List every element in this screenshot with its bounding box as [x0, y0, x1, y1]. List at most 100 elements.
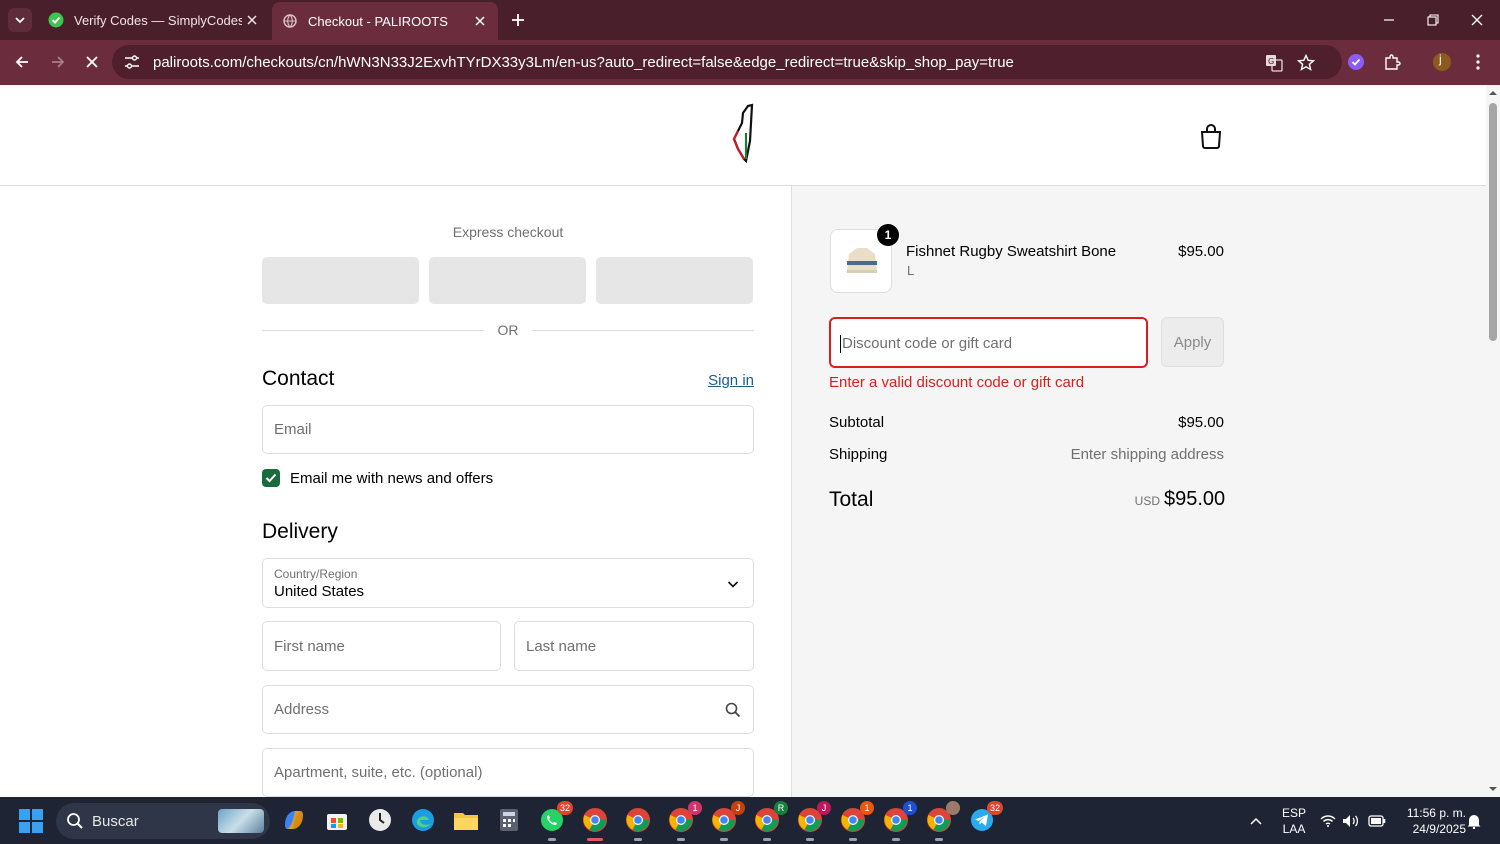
quantity-badge: 1 — [877, 224, 899, 246]
or-divider: OR — [262, 321, 754, 339]
close-window-button[interactable] — [1454, 0, 1500, 40]
chrome-profile-app-6[interactable]: 1 — [838, 801, 874, 841]
express-pay-button-1[interactable] — [262, 257, 419, 304]
country-label: Country/Region — [274, 567, 358, 581]
extensions-button[interactable] — [1378, 48, 1406, 76]
express-pay-button-2[interactable] — [429, 257, 586, 304]
whatsapp-app[interactable]: 32 — [537, 801, 573, 841]
express-pay-button-3[interactable] — [596, 257, 753, 304]
copilot-icon — [285, 811, 303, 829]
shopping-bag-icon[interactable] — [1199, 123, 1223, 149]
profile-initial: j — [1439, 52, 1442, 66]
chrome-profile-app-3[interactable]: J — [709, 801, 745, 841]
running-indicator — [849, 838, 857, 841]
copilot-app[interactable] — [279, 805, 309, 835]
volume-icon[interactable] — [1341, 797, 1361, 844]
minimize-button[interactable] — [1366, 0, 1412, 40]
language-indicator[interactable]: ESP LAA — [1277, 805, 1311, 837]
close-icon — [1471, 14, 1483, 26]
subtotal-label: Subtotal — [829, 414, 885, 431]
scroll-up-icon[interactable] — [1488, 88, 1498, 98]
minimize-icon — [1384, 19, 1394, 21]
contact-heading: Contact — [262, 367, 335, 390]
last-name-field[interactable]: Last name — [514, 621, 754, 671]
profile-badge: J — [731, 801, 745, 815]
restore-button[interactable] — [1410, 0, 1456, 40]
apartment-placeholder: Apartment, suite, etc. (optional) — [274, 764, 483, 781]
sign-in-link[interactable]: Sign in — [700, 372, 754, 389]
divider-line — [532, 330, 754, 331]
tab-checkout[interactable]: Checkout - PALIROOTS — [272, 2, 498, 40]
arrow-right-icon — [52, 56, 65, 68]
chrome-profile-app-7[interactable]: 1 — [881, 801, 917, 841]
notifications-icon[interactable] — [1464, 797, 1484, 844]
windows-start-icon[interactable] — [19, 809, 43, 833]
total-label: Total — [829, 488, 874, 511]
first-name-field[interactable]: First name — [262, 621, 501, 671]
telegram-app[interactable]: 32 — [967, 801, 1003, 835]
translate-icon[interactable]: G — [1263, 52, 1285, 74]
stop-loading-button[interactable] — [78, 48, 106, 76]
scrollbar-thumb[interactable] — [1489, 103, 1497, 341]
calculator-app[interactable] — [494, 805, 524, 835]
show-hidden-icons-button[interactable] — [1244, 797, 1268, 844]
edge-app[interactable] — [408, 805, 438, 835]
clock-app[interactable] — [365, 805, 395, 835]
extension-simplycodes-button[interactable] — [1342, 48, 1370, 76]
address-field[interactable]: Address — [262, 685, 754, 734]
battery-icon[interactable] — [1366, 797, 1388, 844]
newsletter-checkbox[interactable] — [262, 469, 280, 487]
close-icon — [86, 56, 98, 68]
page-scrollbar[interactable] — [1486, 85, 1500, 797]
total-value: $95.00 — [1164, 488, 1226, 510]
apply-discount-button[interactable]: Apply — [1161, 317, 1224, 367]
taskbar-search[interactable]: Buscar — [56, 803, 270, 839]
tab-title: Verify Codes — SimplyCodes — [74, 12, 242, 28]
profile-button[interactable]: j — [1428, 48, 1456, 76]
tab-search-button[interactable] — [8, 8, 32, 32]
url-text: paliroots.com/checkouts/cn/hWN3N33J2Exvh… — [153, 54, 1014, 71]
shipping-label: Shipping — [829, 446, 888, 463]
chrome-profile-app-4[interactable]: R — [752, 801, 788, 841]
new-tab-button[interactable] — [506, 8, 530, 32]
telegram-badge: 32 — [986, 801, 1003, 815]
tab-simplycodes[interactable]: Verify Codes — SimplyCodes — [38, 0, 270, 40]
whatsapp-badge: 32 — [556, 801, 573, 815]
newsletter-option[interactable]: Email me with news and offers — [262, 468, 493, 488]
chrome-profile-app-2[interactable]: 1 — [666, 801, 702, 841]
back-button[interactable] — [8, 48, 36, 76]
email-field[interactable]: Email — [262, 405, 754, 454]
country-select[interactable]: Country/Region United States — [262, 558, 754, 608]
profile-badge: 1 — [903, 801, 917, 815]
kebab-menu-icon — [1476, 54, 1480, 70]
chrome-profile-app-1[interactable] — [623, 805, 653, 841]
file-explorer-app[interactable] — [451, 805, 481, 835]
microsoft-store-app[interactable] — [322, 805, 352, 835]
scroll-down-icon[interactable] — [1488, 784, 1498, 794]
running-indicator — [720, 838, 728, 841]
chrome-profile-app-8[interactable] — [924, 801, 960, 841]
wifi-icon[interactable] — [1318, 797, 1338, 844]
address-bar[interactable]: paliroots.com/checkouts/cn/hWN3N33J2Exvh… — [112, 45, 1342, 79]
menu-button[interactable] — [1464, 48, 1492, 76]
product-variant: L — [907, 263, 915, 278]
forward-button[interactable] — [44, 48, 72, 76]
close-tab-icon[interactable] — [470, 11, 490, 31]
close-tab-icon[interactable] — [242, 10, 262, 30]
chrome-app-active[interactable] — [580, 805, 610, 841]
bookmark-star-icon[interactable] — [1295, 52, 1317, 74]
chevron-down-icon — [15, 17, 25, 24]
edge-icon — [412, 809, 434, 831]
apartment-field[interactable]: Apartment, suite, etc. (optional) — [262, 748, 754, 797]
avatar-icon — [1433, 53, 1451, 71]
arrow-left-icon — [15, 56, 28, 68]
chrome-profile-app-5[interactable]: J — [795, 801, 831, 841]
system-clock[interactable]: 11:56 p. m. 24/9/2025 — [1392, 805, 1466, 837]
order-summary-panel — [791, 186, 1486, 797]
paliroots-logo-icon[interactable] — [728, 103, 760, 165]
restore-icon — [1427, 14, 1439, 26]
subtotal-value: $95.00 — [1178, 414, 1224, 431]
checkmark-icon — [265, 473, 277, 483]
discount-code-input[interactable]: Discount code or gift card — [829, 317, 1148, 368]
site-info-icon[interactable] — [122, 53, 142, 71]
